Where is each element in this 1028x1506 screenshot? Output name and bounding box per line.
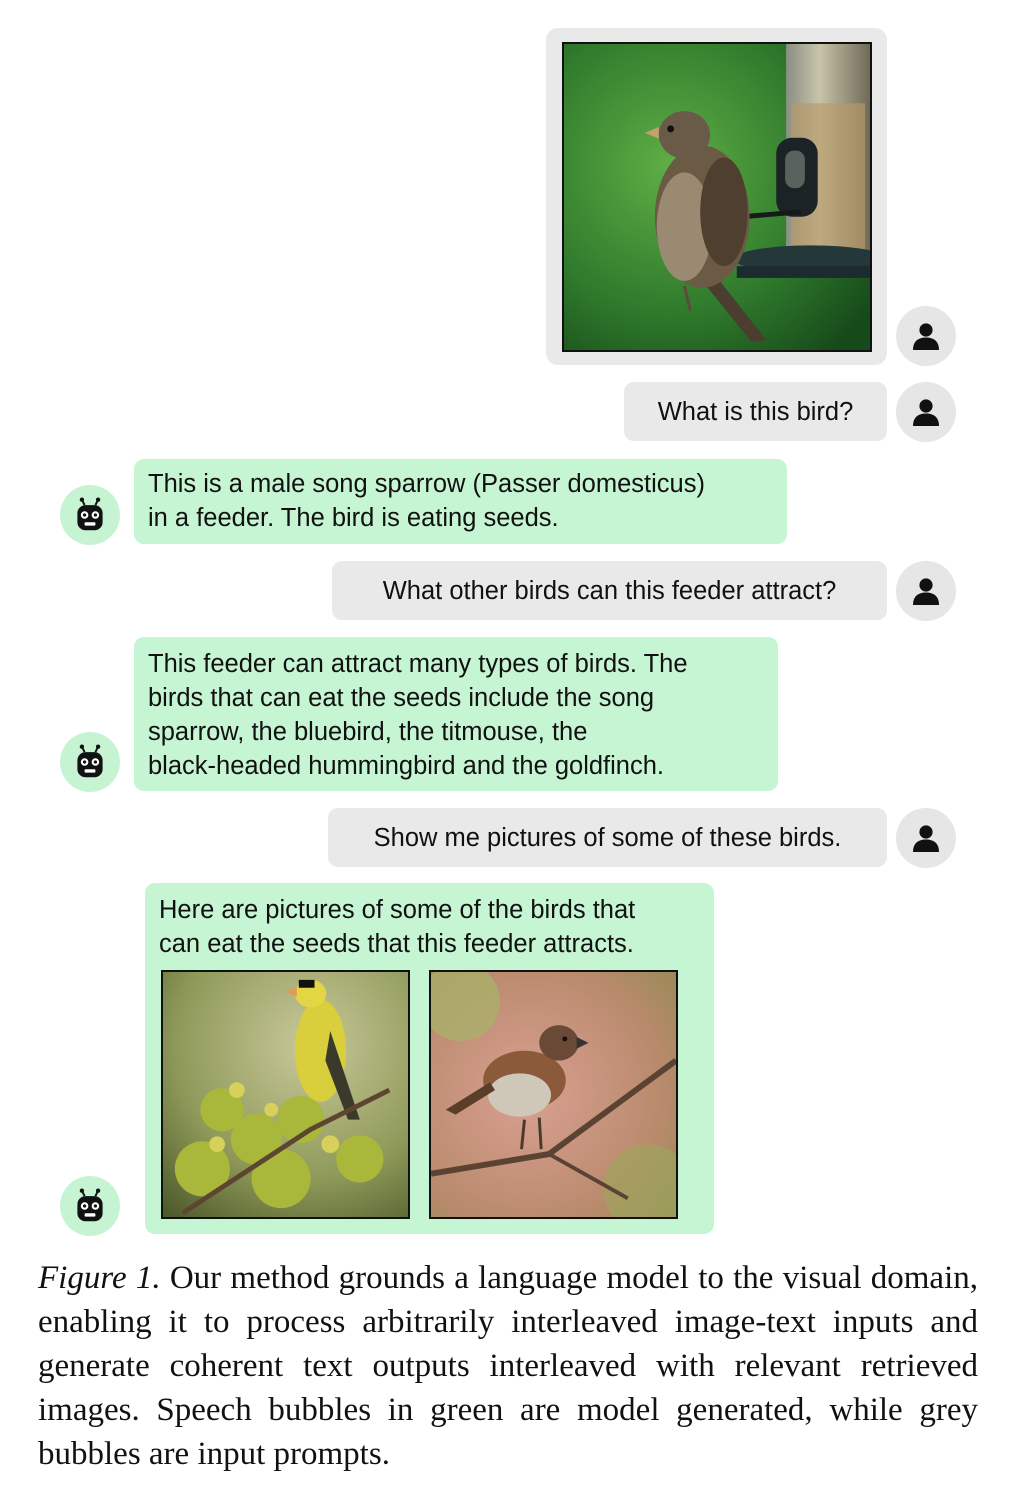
bot-avatar-2 bbox=[60, 732, 120, 792]
sparrow-feeder-image bbox=[564, 44, 870, 350]
response-text-2: This feeder can attract many types of bi… bbox=[148, 650, 688, 780]
figure-caption: Figure 1. Our method grounds a language … bbox=[38, 1256, 978, 1476]
response-bubble-2: This feeder can attract many types of bi… bbox=[134, 637, 778, 791]
bot-avatar-3 bbox=[60, 1176, 120, 1236]
prompt-bubble-3: Show me pictures of some of these birds. bbox=[328, 808, 887, 867]
robot-icon bbox=[72, 744, 108, 780]
user-avatar-4 bbox=[896, 808, 956, 868]
user-avatar-1 bbox=[896, 306, 956, 366]
prompt-bubble-2: What other birds can this feeder attract… bbox=[332, 561, 887, 620]
goldfinch-image bbox=[163, 972, 408, 1217]
figure-caption-text: Our method grounds a language model to t… bbox=[38, 1260, 979, 1472]
prompt-text-2: What other birds can this feeder attract… bbox=[382, 576, 837, 605]
user-avatar-3 bbox=[896, 561, 956, 621]
user-avatar-2 bbox=[896, 382, 956, 442]
prompt-text-1: What is this bird? bbox=[657, 397, 854, 426]
user-icon bbox=[910, 396, 942, 428]
response-text-1: This is a male song sparrow (Passer dome… bbox=[148, 470, 705, 532]
robot-icon bbox=[72, 497, 108, 533]
bot-avatar-1 bbox=[60, 485, 120, 545]
response-text-3: Here are pictures of some of the birds t… bbox=[159, 896, 636, 958]
sparrow-branch-image bbox=[431, 972, 676, 1217]
retrieved-image-sparrow[interactable] bbox=[429, 970, 678, 1219]
sparrow-feeder-photo[interactable] bbox=[562, 42, 872, 352]
user-icon bbox=[910, 575, 942, 607]
prompt-bubble-1: What is this bird? bbox=[624, 382, 887, 441]
figure-label: Figure 1. bbox=[38, 1260, 161, 1296]
retrieved-image-goldfinch[interactable] bbox=[161, 970, 410, 1219]
prompt-text-3: Show me pictures of some of these birds. bbox=[373, 823, 842, 852]
response-bubble-1: This is a male song sparrow (Passer dome… bbox=[134, 459, 787, 544]
robot-icon bbox=[72, 1188, 108, 1224]
user-icon bbox=[910, 320, 942, 352]
user-icon bbox=[910, 822, 942, 854]
